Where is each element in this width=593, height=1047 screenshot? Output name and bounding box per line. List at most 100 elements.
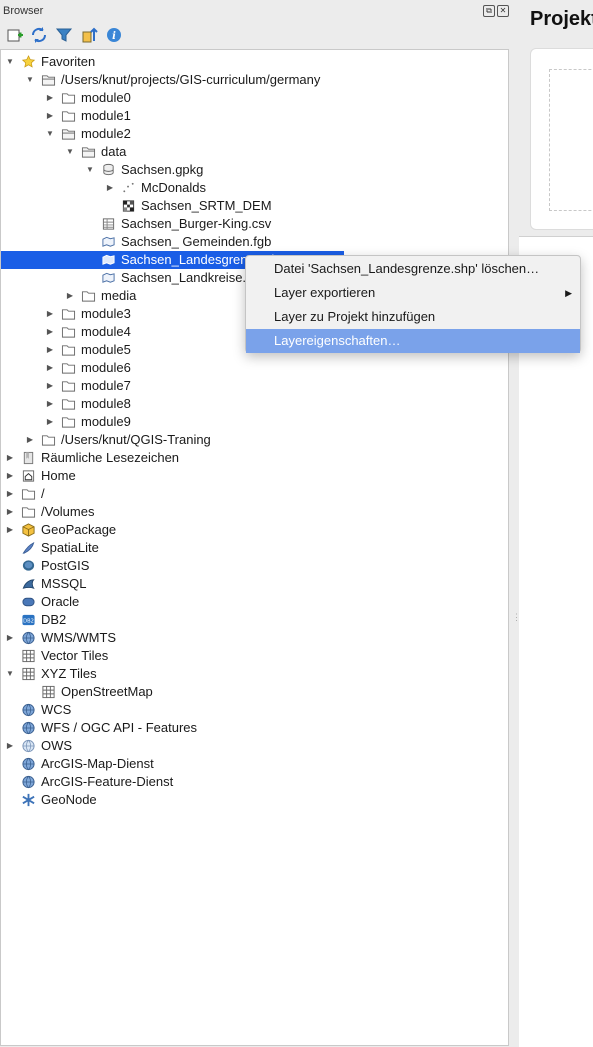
- tree-item[interactable]: ▶ module0: [1, 89, 508, 107]
- spatialite-icon: [22, 541, 35, 554]
- tree-item[interactable]: ▶ module6: [1, 359, 508, 377]
- collapse-all-icon[interactable]: [80, 26, 98, 44]
- tree-item[interactable]: ▶ GeoPackage: [1, 521, 508, 539]
- tree-item-label: /Volumes: [41, 504, 95, 519]
- folder-icon: [61, 327, 76, 338]
- float-panel-icon[interactable]: ⧉: [483, 5, 495, 17]
- expand-arrow-icon[interactable]: ▶: [65, 287, 75, 305]
- tree-item[interactable]: ▶ OWS: [1, 737, 508, 755]
- collapse-arrow-icon[interactable]: ▼: [65, 143, 75, 161]
- folder-open-icon: [41, 75, 56, 86]
- expand-arrow-icon[interactable]: ▶: [5, 521, 15, 539]
- tree-item-label: GeoPackage: [41, 522, 117, 537]
- tree-item[interactable]: Oracle: [1, 593, 508, 611]
- expand-arrow-icon[interactable]: ▶: [45, 89, 55, 107]
- tree-item[interactable]: GeoNode: [1, 791, 508, 809]
- collapse-arrow-icon[interactable]: ▼: [5, 53, 15, 71]
- panel-splitter-handle[interactable]: ⋮: [512, 612, 521, 630]
- tree-item[interactable]: ArcGIS-Map-Dienst: [1, 755, 508, 773]
- tree-item-label: XYZ Tiles: [41, 666, 97, 681]
- folder-icon: [61, 345, 76, 356]
- expand-arrow-icon[interactable]: ▶: [5, 467, 15, 485]
- tree-item[interactable]: WFS / OGC API - Features: [1, 719, 508, 737]
- browser-tree[interactable]: ▼ Favoriten ▼ /Users/knut/projects/GIS-curr…: [0, 49, 509, 1046]
- tree-item[interactable]: ▼ data: [1, 143, 508, 161]
- tree-item[interactable]: ▶ Home: [1, 467, 508, 485]
- expand-arrow-icon[interactable]: ▶: [105, 179, 115, 197]
- expand-arrow-icon[interactable]: ▶: [45, 305, 55, 323]
- expand-arrow-icon[interactable]: ▶: [5, 485, 15, 503]
- expand-arrow-icon[interactable]: ▶: [5, 449, 15, 467]
- tree-item[interactable]: ArcGIS-Feature-Dienst: [1, 773, 508, 791]
- folder-open-icon: [81, 147, 96, 158]
- tree-item-label: Oracle: [41, 594, 80, 609]
- expand-arrow-icon[interactable]: ▶: [45, 359, 55, 377]
- folder-icon: [21, 507, 36, 518]
- tree-item[interactable]: ▶ McDonalds: [1, 179, 508, 197]
- tree-item[interactable]: SpatiaLite: [1, 539, 508, 557]
- tree-item-label: data: [101, 144, 127, 159]
- tree-item-label: module3: [81, 306, 131, 321]
- tree-item[interactable]: ▼ Favoriten: [1, 53, 508, 71]
- expand-arrow-icon[interactable]: ▶: [45, 107, 55, 125]
- polygon-icon: [102, 272, 115, 283]
- tree-item[interactable]: PostGIS: [1, 557, 508, 575]
- refresh-icon[interactable]: [30, 26, 48, 44]
- expand-arrow-icon[interactable]: ▶: [5, 629, 15, 647]
- context-menu-item[interactable]: Layereigenschaften…: [246, 329, 580, 353]
- tree-item[interactable]: DB2 DB2: [1, 611, 508, 629]
- svg-text:DB2: DB2: [23, 618, 34, 624]
- tree-item[interactable]: ▶ module7: [1, 377, 508, 395]
- tree-item[interactable]: Sachsen_SRTM_DEM: [1, 197, 508, 215]
- tree-item[interactable]: ▶ /Users/knut/QGIS-Traning: [1, 431, 508, 449]
- folder-icon: [61, 111, 76, 122]
- tree-item[interactable]: ▼ module2: [1, 125, 508, 143]
- grid-icon: [22, 649, 35, 663]
- info-icon[interactable]: i: [105, 26, 123, 44]
- tree-item[interactable]: ▼ XYZ Tiles: [1, 665, 508, 683]
- tree-item[interactable]: OpenStreetMap: [1, 683, 508, 701]
- tree-item[interactable]: ▶ module9: [1, 413, 508, 431]
- bookmark-icon: [23, 451, 34, 465]
- expand-arrow-icon[interactable]: ▶: [45, 413, 55, 431]
- tree-item[interactable]: ▶ WMS/WMTS: [1, 629, 508, 647]
- tree-item[interactable]: ▶ /: [1, 485, 508, 503]
- context-menu-item[interactable]: Layer exportieren ▶: [246, 281, 580, 305]
- tree-item[interactable]: ▶ Räumliche Lesezeichen: [1, 449, 508, 467]
- tree-item[interactable]: ▶ module1: [1, 107, 508, 125]
- tree-item-label: WFS / OGC API - Features: [41, 720, 198, 735]
- collapse-arrow-icon[interactable]: ▼: [45, 125, 55, 143]
- tree-item[interactable]: WCS: [1, 701, 508, 719]
- context-menu-item[interactable]: Layer zu Projekt hinzufügen: [246, 305, 580, 329]
- context-menu-item[interactable]: Datei 'Sachsen_Landesgrenze.shp' löschen…: [246, 257, 580, 281]
- expand-arrow-icon[interactable]: ▶: [45, 377, 55, 395]
- star-icon: [21, 55, 36, 68]
- expand-arrow-icon[interactable]: ▶: [45, 341, 55, 359]
- tree-item[interactable]: ▶ /Volumes: [1, 503, 508, 521]
- filter-icon[interactable]: [55, 26, 73, 44]
- collapse-arrow-icon[interactable]: ▼: [25, 71, 35, 89]
- tree-item[interactable]: ▼ Sachsen.gpkg: [1, 161, 508, 179]
- close-panel-icon[interactable]: ✕: [497, 5, 509, 17]
- add-selected-layers-icon[interactable]: [6, 26, 24, 44]
- tree-item[interactable]: Sachsen_Burger-King.csv: [1, 215, 508, 233]
- expand-arrow-icon[interactable]: ▶: [45, 395, 55, 413]
- collapse-arrow-icon[interactable]: ▼: [5, 665, 15, 683]
- tree-item[interactable]: Sachsen_ Gemeinden.fgb: [1, 233, 508, 251]
- expand-arrow-icon[interactable]: ▶: [5, 503, 15, 521]
- tree-item-label: module5: [81, 342, 131, 357]
- folder-icon: [21, 489, 36, 500]
- collapse-arrow-icon[interactable]: ▼: [85, 161, 95, 179]
- expand-arrow-icon[interactable]: ▶: [45, 323, 55, 341]
- expand-arrow-icon[interactable]: ▶: [5, 737, 15, 755]
- tree-item-label: module8: [81, 396, 131, 411]
- tree-item-label: WMS/WMTS: [41, 630, 117, 645]
- context-menu-item-label: Layereigenschaften…: [274, 333, 401, 348]
- tree-item[interactable]: ▶ module8: [1, 395, 508, 413]
- polygon-icon: [102, 236, 115, 247]
- tree-item[interactable]: Vector Tiles: [1, 647, 508, 665]
- tree-item[interactable]: MSSQL: [1, 575, 508, 593]
- tree-item-label: /Users/knut/QGIS-Traning: [61, 432, 211, 447]
- tree-item[interactable]: ▼ /Users/knut/projects/GIS-curriculum/ger…: [1, 71, 508, 89]
- expand-arrow-icon[interactable]: ▶: [25, 431, 35, 449]
